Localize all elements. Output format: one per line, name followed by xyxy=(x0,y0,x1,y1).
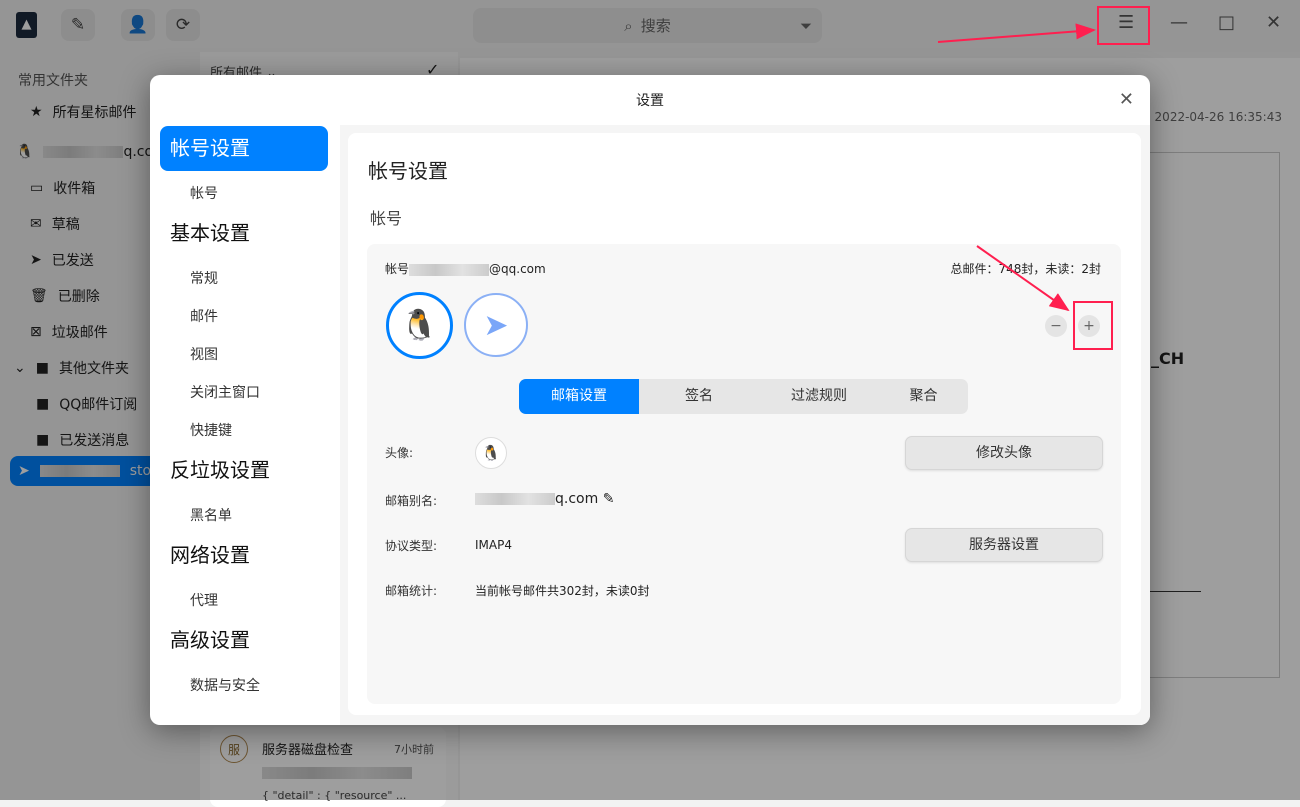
annotation-box-menu xyxy=(1097,6,1150,45)
annotation-arrow-menu xyxy=(937,23,1096,43)
annotation-arrow-add xyxy=(976,245,1070,312)
annotation-box-add xyxy=(1073,301,1113,350)
annotation-layer xyxy=(937,6,1150,350)
